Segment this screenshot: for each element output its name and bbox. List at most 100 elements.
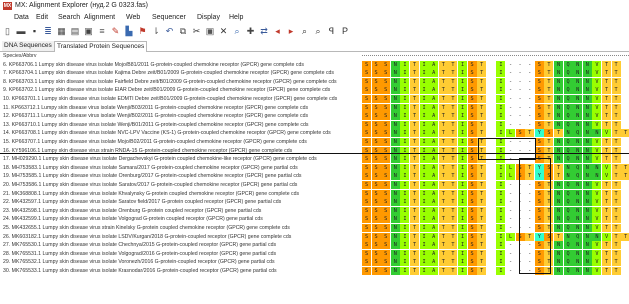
residue-cell[interactable]: S — [467, 241, 477, 250]
residue-cell[interactable]: T — [438, 206, 448, 215]
residue-cell[interactable]: I — [496, 69, 506, 78]
residue-cell[interactable]: N — [573, 60, 583, 69]
residue-cell[interactable]: N — [592, 172, 602, 181]
residue-cell[interactable]: I — [458, 77, 467, 86]
residue-cell[interactable]: I — [496, 181, 506, 189]
residue-cell[interactable]: Q — [563, 95, 573, 103]
residue-cell[interactable] — [486, 267, 496, 275]
residue-cell[interactable]: N — [582, 95, 592, 103]
residue-cell[interactable]: T — [611, 138, 621, 146]
residue-cell[interactable]: T — [477, 267, 487, 275]
sequence-residues[interactable]: SSSNITIATTISTI---STNQNNVTT — [362, 77, 629, 86]
residue-cell[interactable]: I — [419, 95, 429, 103]
paste-icon[interactable]: ▣ — [206, 26, 215, 36]
residue-cell[interactable]: T — [448, 215, 458, 224]
residue-cell[interactable]: L — [506, 129, 515, 138]
residue-cell[interactable]: N — [554, 241, 563, 250]
residue-cell[interactable]: I — [496, 60, 506, 69]
residue-cell[interactable]: I — [496, 258, 506, 267]
residue-cell[interactable]: I — [458, 241, 467, 250]
residue-cell[interactable]: T — [438, 224, 448, 232]
residue-cell[interactable]: - — [506, 69, 515, 78]
residue-cell[interactable]: N — [582, 155, 592, 164]
residue-cell[interactable]: S — [467, 232, 477, 241]
residue-cell[interactable]: I — [419, 163, 429, 172]
residue-cell[interactable]: N — [390, 198, 400, 207]
residue-cell[interactable]: T — [410, 258, 419, 267]
residue-cell[interactable]: S — [371, 77, 381, 86]
residue-cell[interactable]: V — [592, 258, 602, 267]
residue-cell[interactable]: T — [602, 103, 611, 112]
residue-cell[interactable]: S — [381, 267, 391, 275]
residue-cell[interactable]: T — [611, 206, 621, 215]
sequence-residues[interactable]: SSSNITIATTISTILSTYSTNQNNVTT — [362, 232, 629, 241]
flag-icon[interactable]: ⚑ — [138, 26, 147, 36]
residue-cell[interactable]: T — [448, 95, 458, 103]
residue-cell[interactable]: N — [582, 77, 592, 86]
residue-cell[interactable]: I — [458, 95, 467, 103]
sequence-residues[interactable]: SSSNITIATTISTI---STNQNNVTT — [362, 198, 629, 207]
menu-help[interactable]: Help — [229, 12, 243, 23]
residue-cell[interactable]: N — [573, 112, 583, 121]
residue-cell[interactable]: S — [381, 198, 391, 207]
residue-cell[interactable]: Q — [563, 60, 573, 69]
residue-cell[interactable]: S — [467, 60, 477, 69]
residue-cell[interactable]: S — [381, 224, 391, 232]
residue-cell[interactable]: T — [611, 232, 621, 241]
residue-cell[interactable]: - — [506, 224, 515, 232]
residue-cell[interactable]: N — [563, 129, 573, 138]
residue-cell[interactable] — [486, 249, 496, 258]
residue-cell[interactable]: S — [371, 155, 381, 164]
residue-cell[interactable]: S — [362, 258, 371, 267]
residue-cell[interactable]: T — [448, 181, 458, 189]
residue-cell[interactable]: S — [381, 86, 391, 95]
residue-cell[interactable]: T — [477, 60, 487, 69]
options-icon[interactable]: ▣ — [84, 26, 93, 36]
menu-edit[interactable]: Edit — [36, 12, 48, 23]
sequence-residues[interactable]: SSSNITIATTISTI---STNQNNVTT — [362, 189, 629, 198]
residue-cell[interactable] — [486, 112, 496, 121]
residue-cell[interactable]: I — [458, 215, 467, 224]
residue-cell[interactable]: T — [410, 155, 419, 164]
residue-cell[interactable]: T — [611, 60, 621, 69]
residue-cell[interactable]: S — [371, 120, 381, 129]
residue-cell[interactable]: N — [582, 267, 592, 275]
residue-cell[interactable]: T — [438, 77, 448, 86]
residue-cell[interactable]: I — [496, 224, 506, 232]
residue-cell[interactable]: T — [438, 103, 448, 112]
residue-cell[interactable]: I — [400, 95, 410, 103]
residue-cell[interactable]: I — [458, 189, 467, 198]
residue-cell[interactable]: T — [410, 163, 419, 172]
residue-cell[interactable]: T — [602, 198, 611, 207]
residue-cell[interactable]: T — [621, 172, 629, 181]
residue-cell[interactable]: T — [611, 86, 621, 95]
residue-cell[interactable]: - — [525, 120, 535, 129]
residue-cell[interactable] — [486, 129, 496, 138]
residue-cell[interactable]: A — [429, 155, 439, 164]
residue-cell[interactable]: S — [381, 120, 391, 129]
residue-cell[interactable]: T — [438, 60, 448, 69]
residue-cell[interactable]: I — [458, 129, 467, 138]
residue-cell[interactable]: T — [602, 241, 611, 250]
residue-cell[interactable]: T — [410, 172, 419, 181]
residue-cell[interactable]: T — [525, 129, 535, 138]
residue-cell[interactable]: V — [592, 249, 602, 258]
residue-cell[interactable]: I — [496, 206, 506, 215]
residue-cell[interactable]: I — [419, 198, 429, 207]
residue-cell[interactable]: I — [458, 155, 467, 164]
residue-cell[interactable]: T — [448, 103, 458, 112]
residue-cell[interactable]: T — [448, 129, 458, 138]
residue-cell[interactable]: T — [477, 224, 487, 232]
residue-cell[interactable]: V — [602, 163, 611, 172]
residue-cell[interactable]: N — [554, 77, 563, 86]
residue-cell[interactable]: T — [477, 69, 487, 78]
residue-cell[interactable]: I — [400, 163, 410, 172]
residue-cell[interactable]: S — [467, 258, 477, 267]
residue-cell[interactable]: V — [592, 103, 602, 112]
residue-cell[interactable]: T — [602, 155, 611, 164]
residue-cell[interactable]: I — [400, 215, 410, 224]
residue-cell[interactable]: N — [573, 215, 583, 224]
sequence-residues[interactable]: SSSNITIATTISTI---STNQNNVTT — [362, 69, 629, 78]
residue-cell[interactable]: I — [458, 172, 467, 181]
residue-cell[interactable]: N — [563, 163, 573, 172]
